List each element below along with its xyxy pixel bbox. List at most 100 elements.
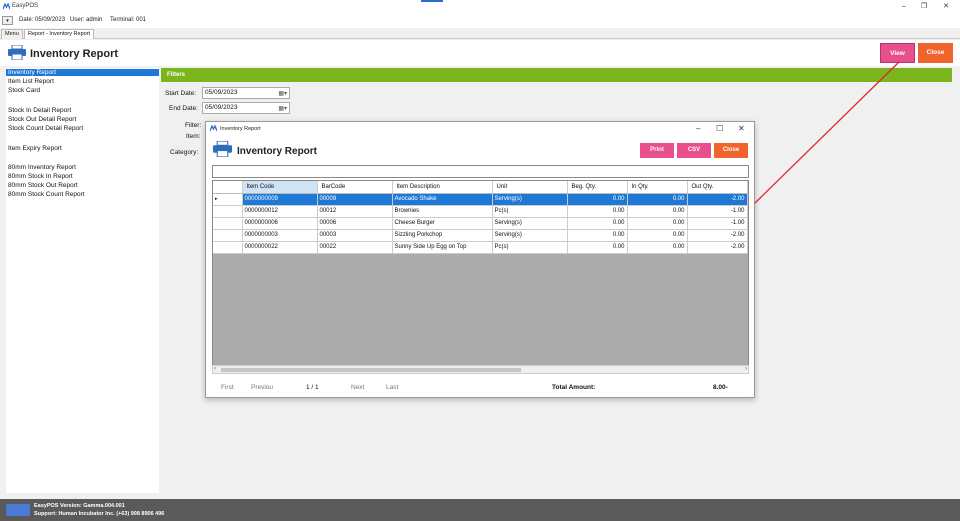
window-close-icon[interactable]: ✕ <box>738 124 745 133</box>
first-page-button[interactable]: First <box>221 384 234 391</box>
table-cell: 00022 <box>317 241 393 254</box>
table-cell: -2.00 <box>687 193 748 206</box>
table-cell: 0.00 <box>627 205 688 218</box>
column-header[interactable]: Out Qty. <box>687 181 748 194</box>
scroll-right-icon[interactable]: › <box>745 366 747 372</box>
csv-button[interactable]: CSV <box>677 143 711 158</box>
table-row[interactable]: 0000000003 00003 Sizzling Porkchop Servi… <box>213 229 748 242</box>
app-logo-icon <box>210 125 217 132</box>
printer-icon <box>213 141 232 157</box>
report-item-stock-in-detail[interactable]: Stock In Detail Report <box>8 107 71 114</box>
report-item-80mm-stock-out[interactable]: 80mm Stock Out Report <box>8 182 78 189</box>
version-text: EasyPOS Version: Gamma.004.001 <box>34 503 125 509</box>
next-page-button[interactable]: Next <box>351 384 364 391</box>
column-header[interactable]: Item Code <box>242 181 318 194</box>
table-cell: 0000000009 <box>242 193 318 206</box>
page-title: Inventory Report <box>30 48 119 60</box>
report-item-80mm-stock-count[interactable]: 80mm Stock Count Report <box>8 191 85 198</box>
end-date-picker[interactable]: 05/09/2023 ▦▾ <box>202 102 290 114</box>
start-date-label: Start Date: <box>165 90 197 97</box>
table-cell: Pc(s) <box>492 241 568 254</box>
taskbar-accent <box>421 0 443 2</box>
table-cell: Sunny Side Up Egg on Top <box>392 241 493 254</box>
end-date-value: 05/09/2023 <box>205 104 238 111</box>
table-cell: 00006 <box>317 217 393 230</box>
print-button[interactable]: Print <box>640 143 674 158</box>
tab-menu[interactable]: Menu <box>1 29 23 39</box>
column-header[interactable]: Item Description <box>392 181 493 194</box>
last-page-button[interactable]: Last <box>386 384 398 391</box>
table-cell: Cheese Burger <box>392 217 493 230</box>
search-input[interactable] <box>212 165 749 178</box>
report-item-item-list[interactable]: Item List Report <box>8 78 54 85</box>
report-item-item-expiry[interactable]: Item Expiry Report <box>8 145 62 152</box>
app-title: EasyPOS <box>12 3 39 9</box>
table-cell: Avocado Shake <box>392 193 493 206</box>
end-date-label: End Date: <box>169 105 198 112</box>
app-logo-icon <box>3 3 10 10</box>
table-cell: Serving(s) <box>492 229 568 242</box>
table-cell: Sizzling Porkchop <box>392 229 493 242</box>
printer-icon <box>8 45 26 60</box>
close-button[interactable]: Close <box>918 43 953 63</box>
tab-inventory-report[interactable]: Report - Inventory Report <box>24 29 95 39</box>
report-item-80mm-inventory[interactable]: 80mm Inventory Report <box>8 164 76 171</box>
report-item-stock-out-detail[interactable]: Stock Out Detail Report <box>8 116 76 123</box>
report-grid: Item Code BarCode Item Description Unit … <box>212 180 749 373</box>
start-date-picker[interactable]: 05/09/2023 ▦▾ <box>202 87 290 99</box>
table-cell: -2.00 <box>687 241 748 254</box>
support-text: Support: Human Incubator Inc. (+63) 908 … <box>34 511 165 517</box>
column-header[interactable]: Beg. Qty. <box>567 181 628 194</box>
table-cell: -1.00 <box>687 217 748 230</box>
scrollbar-thumb[interactable] <box>221 368 521 372</box>
row-header <box>213 229 243 242</box>
table-header-row: Item Code BarCode Item Description Unit … <box>213 181 748 194</box>
table-row[interactable]: 0000000022 00022 Sunny Side Up Egg on To… <box>213 241 748 254</box>
table-cell: 0000000012 <box>242 205 318 218</box>
modal-window-title: Inventory Report <box>220 126 261 132</box>
report-item-stock-count-detail[interactable]: Stock Count Detail Report <box>8 125 83 132</box>
table-cell: 0.00 <box>567 217 628 230</box>
column-header[interactable]: Unit <box>492 181 568 194</box>
table-cell: Serving(s) <box>492 217 568 230</box>
row-header <box>213 241 243 254</box>
table-row[interactable]: 0000000006 00006 Cheese Burger Serving(s… <box>213 217 748 230</box>
view-button[interactable]: View <box>880 43 915 63</box>
previous-page-button[interactable]: Previou <box>251 384 273 391</box>
start-date-value: 05/09/2023 <box>205 89 238 96</box>
total-amount-label: Total Amount: <box>552 384 596 391</box>
maximize-icon[interactable]: ☐ <box>716 124 723 133</box>
report-item-80mm-stock-in[interactable]: 80mm Stock In Report <box>8 173 73 180</box>
minimize-icon[interactable]: – <box>696 124 700 133</box>
column-header[interactable]: BarCode <box>317 181 393 194</box>
filters-heading: Filters <box>161 68 952 82</box>
row-header-corner <box>213 181 243 194</box>
item-label: Item: <box>186 133 201 140</box>
modal-close-button[interactable]: Close <box>714 143 748 158</box>
restore-icon[interactable]: ❐ <box>912 1 936 13</box>
table-cell: 00012 <box>317 205 393 218</box>
column-header[interactable]: In Qty. <box>627 181 688 194</box>
table-cell: 0.00 <box>567 193 628 206</box>
menu-dropdown-button[interactable]: ▾ <box>2 16 13 25</box>
page-indicator: 1 / 1 <box>306 384 319 391</box>
inventory-report-window: Inventory Report – ☐ ✕ Inventory Report … <box>205 121 755 398</box>
horizontal-scrollbar[interactable]: ‹ › <box>212 365 749 374</box>
table-cell: 0000000003 <box>242 229 318 242</box>
status-bar: EasyPOS Version: Gamma.004.001 Support: … <box>0 499 960 521</box>
window-close-icon[interactable]: ✕ <box>934 1 958 13</box>
table-cell: 0.00 <box>627 193 688 206</box>
calendar-icon[interactable]: ▦▾ <box>278 89 287 99</box>
report-item-stock-card[interactable]: Stock Card <box>8 87 40 94</box>
scroll-left-icon[interactable]: ‹ <box>214 366 216 372</box>
calendar-icon[interactable]: ▦▾ <box>278 104 287 114</box>
table-cell: 00009 <box>317 193 393 206</box>
modal-title-bar: Inventory Report – ☐ ✕ <box>206 122 754 136</box>
row-header <box>213 205 243 218</box>
report-item-inventory[interactable]: Inventory Report <box>6 69 159 76</box>
table-row[interactable]: ▸ 0000000009 00009 Avocado Shake Serving… <box>213 193 748 206</box>
page-header: Inventory Report <box>0 40 960 66</box>
info-bar: ▾ Date: 05/09/2023 User: admin Terminal:… <box>0 14 960 28</box>
table-cell: 0.00 <box>567 205 628 218</box>
table-row[interactable]: 0000000012 00012 Brownies Pc(s) 0.00 0.0… <box>213 205 748 218</box>
